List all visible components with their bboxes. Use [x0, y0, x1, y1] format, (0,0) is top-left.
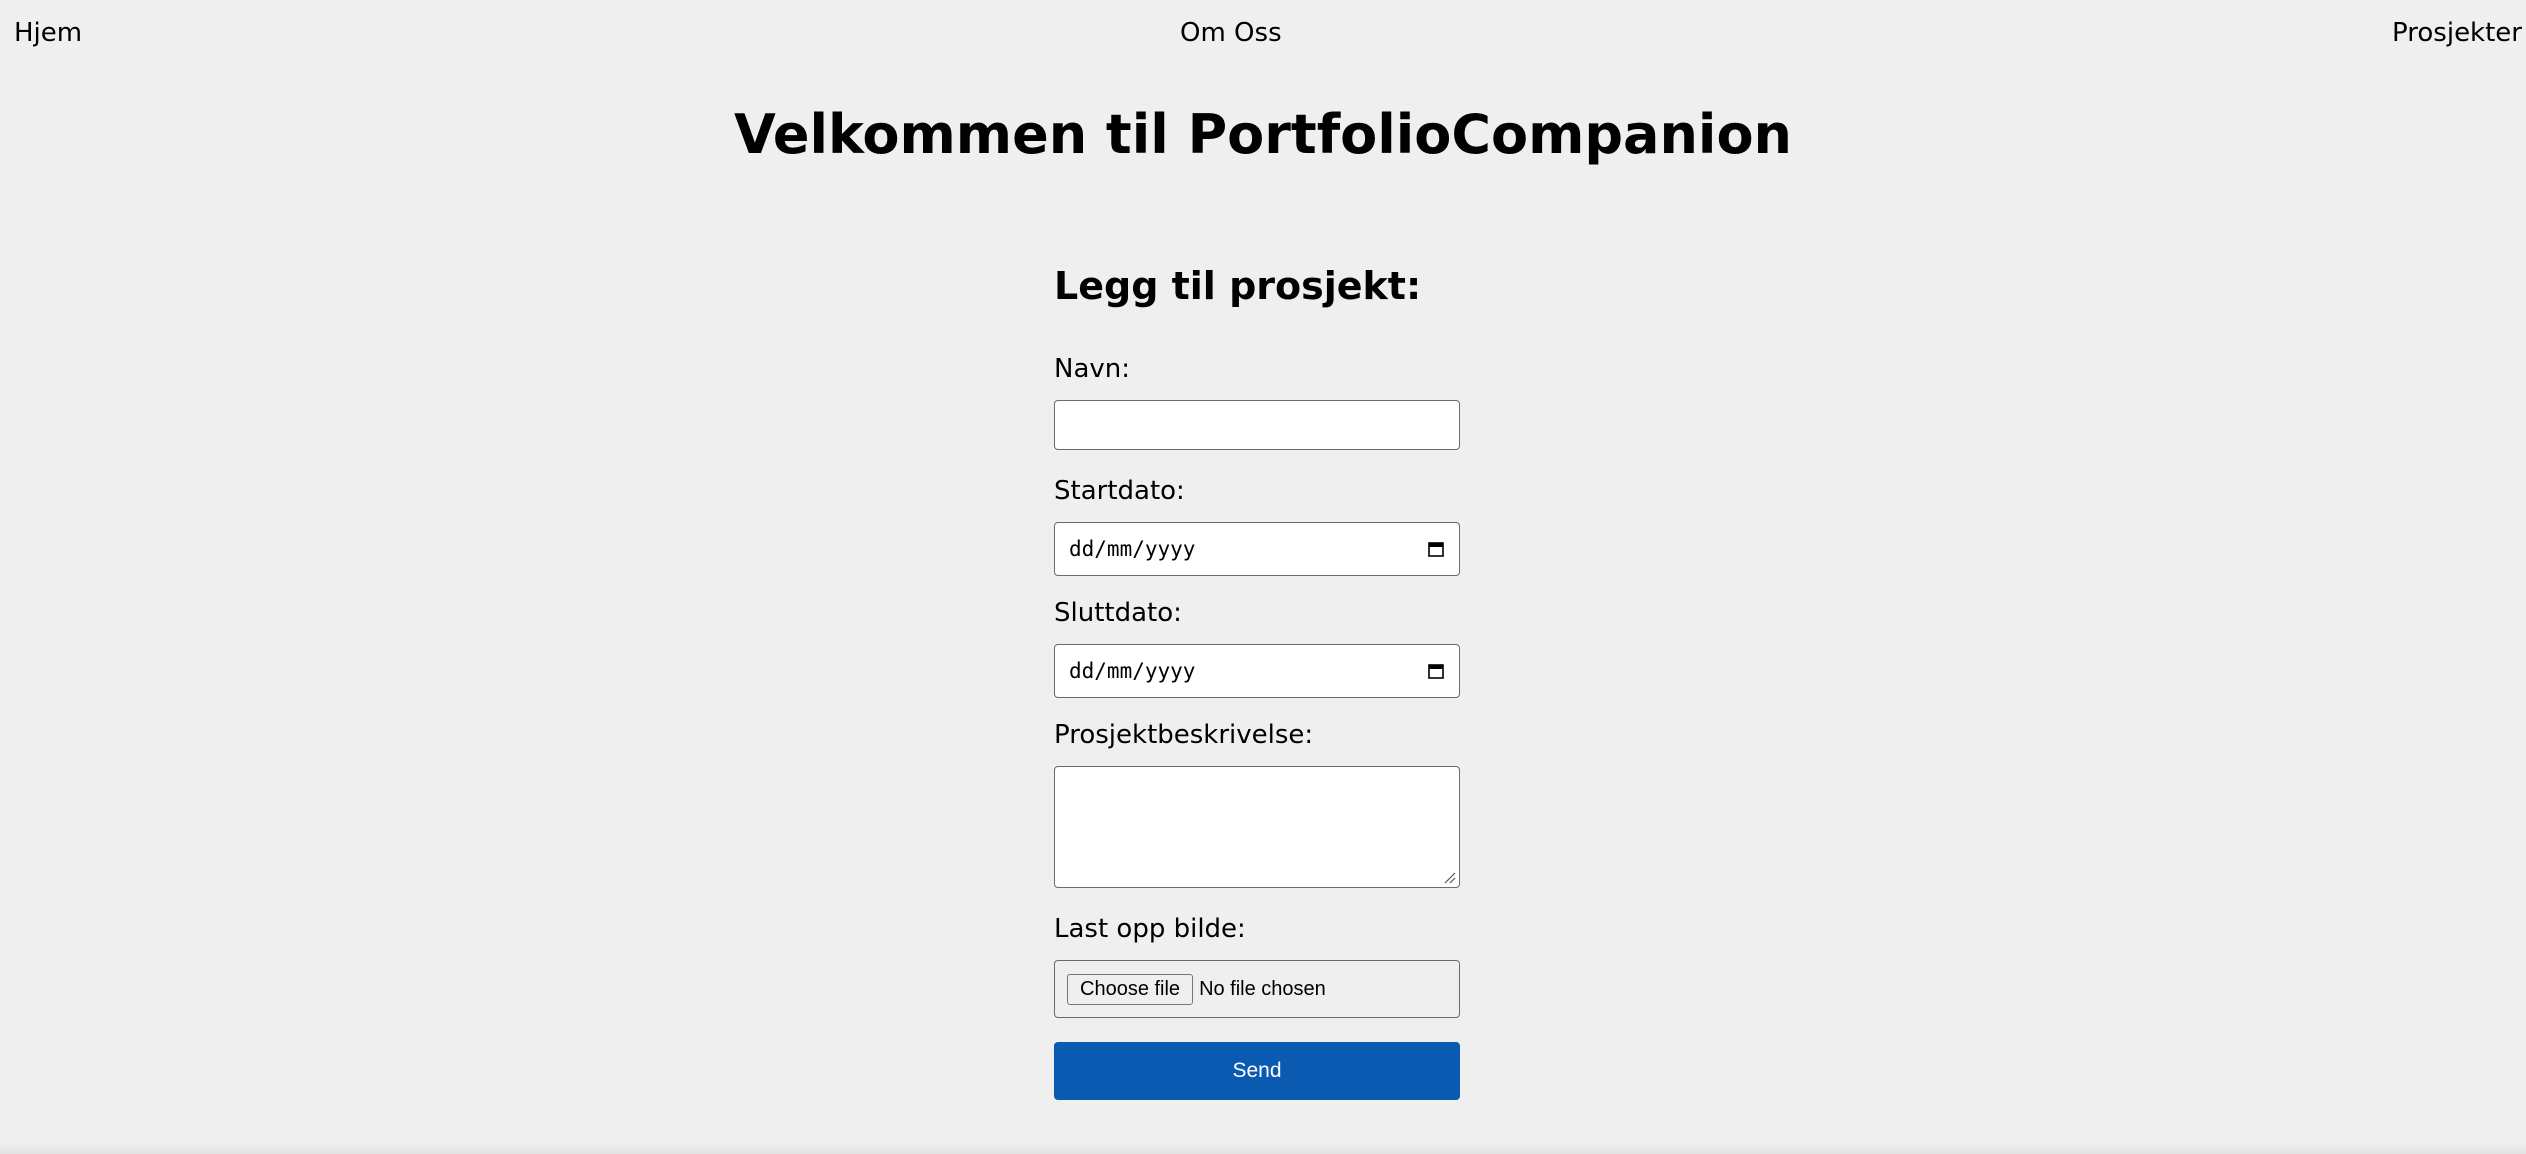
- page-title: Velkommen til PortfolioCompanion: [734, 103, 1792, 166]
- top-nav: Hjem Om Oss Prosjekter: [0, 18, 2526, 58]
- send-button[interactable]: Send: [1054, 1042, 1460, 1100]
- add-project-form: Legg til prosjekt: Navn: Startdato: dd/m…: [1054, 258, 1460, 1100]
- start-date-placeholder: dd/mm/yyyy: [1069, 537, 1196, 561]
- end-date-placeholder: dd/mm/yyyy: [1069, 659, 1196, 683]
- file-status-text: No file chosen: [1199, 977, 1326, 1000]
- description-label: Prosjektbeskrivelse:: [1054, 720, 1314, 750]
- name-input[interactable]: [1054, 400, 1460, 450]
- nav-link-projects[interactable]: Prosjekter: [2392, 18, 2522, 48]
- end-date-label: Sluttdato:: [1054, 598, 1182, 628]
- nav-link-about[interactable]: Om Oss: [1180, 18, 1282, 48]
- start-date-input[interactable]: dd/mm/yyyy: [1054, 522, 1460, 576]
- upload-label: Last opp bilde:: [1054, 914, 1246, 944]
- calendar-icon[interactable]: [1427, 662, 1445, 680]
- file-upload-field[interactable]: Choose file No file chosen: [1054, 960, 1460, 1018]
- choose-file-button[interactable]: Choose file: [1067, 973, 1194, 1005]
- end-date-input[interactable]: dd/mm/yyyy: [1054, 644, 1460, 698]
- resize-grip-icon[interactable]: [1442, 870, 1456, 884]
- nav-link-home[interactable]: Hjem: [14, 18, 82, 48]
- calendar-icon[interactable]: [1427, 540, 1445, 558]
- form-title: Legg til prosjekt:: [1054, 264, 1422, 308]
- description-textarea[interactable]: [1054, 766, 1460, 888]
- name-label: Navn:: [1054, 354, 1131, 384]
- start-date-label: Startdato:: [1054, 476, 1185, 506]
- bottom-shadow: [0, 1144, 2526, 1154]
